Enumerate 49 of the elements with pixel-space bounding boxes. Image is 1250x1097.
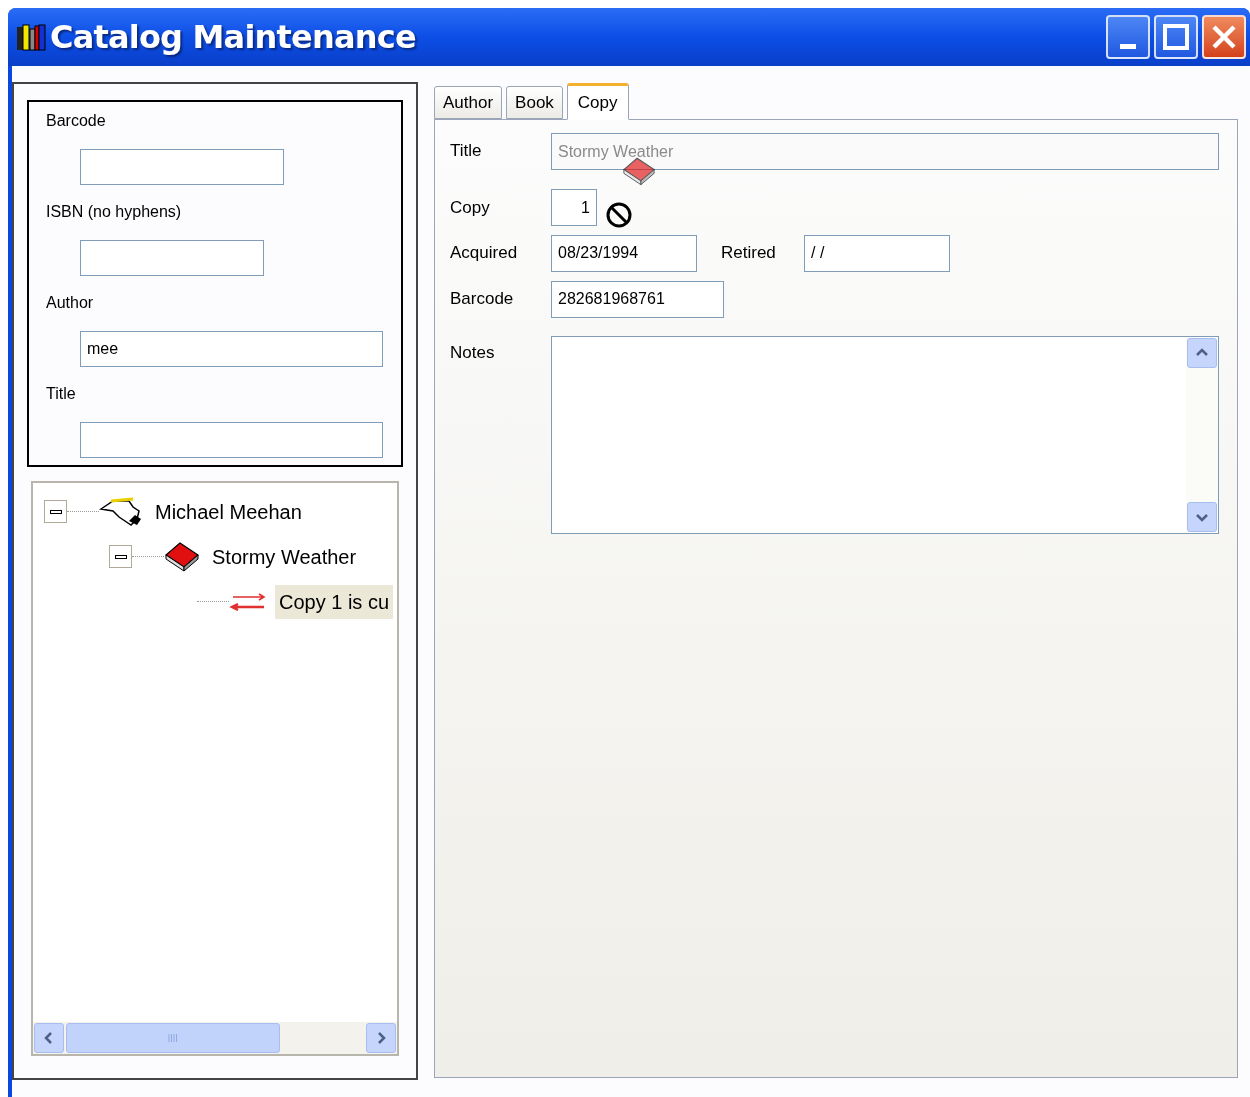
minimize-button[interactable] bbox=[1106, 15, 1150, 59]
field-label: Notes bbox=[450, 342, 496, 364]
input-field[interactable]: / / bbox=[804, 234, 950, 272]
input-field[interactable] bbox=[80, 149, 284, 185]
input-field[interactable]: mee bbox=[80, 331, 383, 367]
input-field[interactable]: 282681968761 bbox=[551, 280, 724, 318]
scroll-down-button[interactable] bbox=[1187, 502, 1217, 532]
field-label: Title bbox=[46, 384, 77, 404]
chevron-left-icon bbox=[44, 1032, 54, 1044]
chevron-down-icon bbox=[1196, 512, 1208, 522]
collapse-toggle[interactable] bbox=[109, 545, 132, 568]
window-title: Catalog Maintenance bbox=[50, 17, 416, 58]
collapse-toggle[interactable] bbox=[44, 500, 67, 523]
field-label: Author bbox=[46, 293, 95, 313]
no-symbol-icon bbox=[605, 200, 633, 229]
field-label: Retired bbox=[721, 242, 777, 265]
books-icon bbox=[16, 23, 46, 51]
grip-icon bbox=[168, 1034, 178, 1042]
tab[interactable]: Copy bbox=[566, 83, 629, 120]
tree-item[interactable]: Copy 1 is cu bbox=[275, 584, 394, 619]
input-field[interactable]: 08/23/1994 bbox=[551, 234, 697, 272]
tab[interactable]: Author bbox=[434, 86, 503, 119]
field-label: Title bbox=[450, 140, 483, 162]
scroll-up-button[interactable] bbox=[1187, 338, 1217, 368]
tab[interactable]: Book bbox=[506, 86, 563, 119]
scroll-right-button[interactable] bbox=[366, 1023, 396, 1053]
field-label: Barcode bbox=[46, 111, 107, 131]
field-label: Acquired bbox=[450, 242, 519, 265]
writing-hand-icon bbox=[99, 496, 143, 527]
tree-item[interactable]: Michael Meehan bbox=[151, 494, 306, 529]
minimize-icon bbox=[1120, 44, 1136, 49]
maximize-button[interactable] bbox=[1154, 15, 1198, 59]
input-field[interactable] bbox=[80, 422, 383, 458]
close-button[interactable] bbox=[1202, 15, 1246, 59]
field-label: ISBN (no hyphens) bbox=[46, 202, 183, 222]
arrows-icon bbox=[229, 590, 267, 613]
tree-item[interactable]: Stormy Weather bbox=[208, 539, 361, 574]
input-field[interactable] bbox=[80, 240, 264, 276]
scroll-thumb[interactable] bbox=[66, 1023, 280, 1053]
scroll-left-button[interactable] bbox=[34, 1023, 64, 1053]
chevron-up-icon bbox=[1196, 348, 1208, 358]
field-label: Barcode bbox=[450, 288, 515, 311]
chevron-right-icon bbox=[376, 1032, 386, 1044]
maximize-icon bbox=[1163, 24, 1189, 50]
dragged-book-icon bbox=[622, 156, 656, 186]
input-field[interactable]: 1 bbox=[551, 189, 597, 226]
notes-field[interactable] bbox=[551, 336, 1219, 534]
field-label: Copy bbox=[450, 196, 491, 219]
close-icon bbox=[1211, 24, 1237, 50]
